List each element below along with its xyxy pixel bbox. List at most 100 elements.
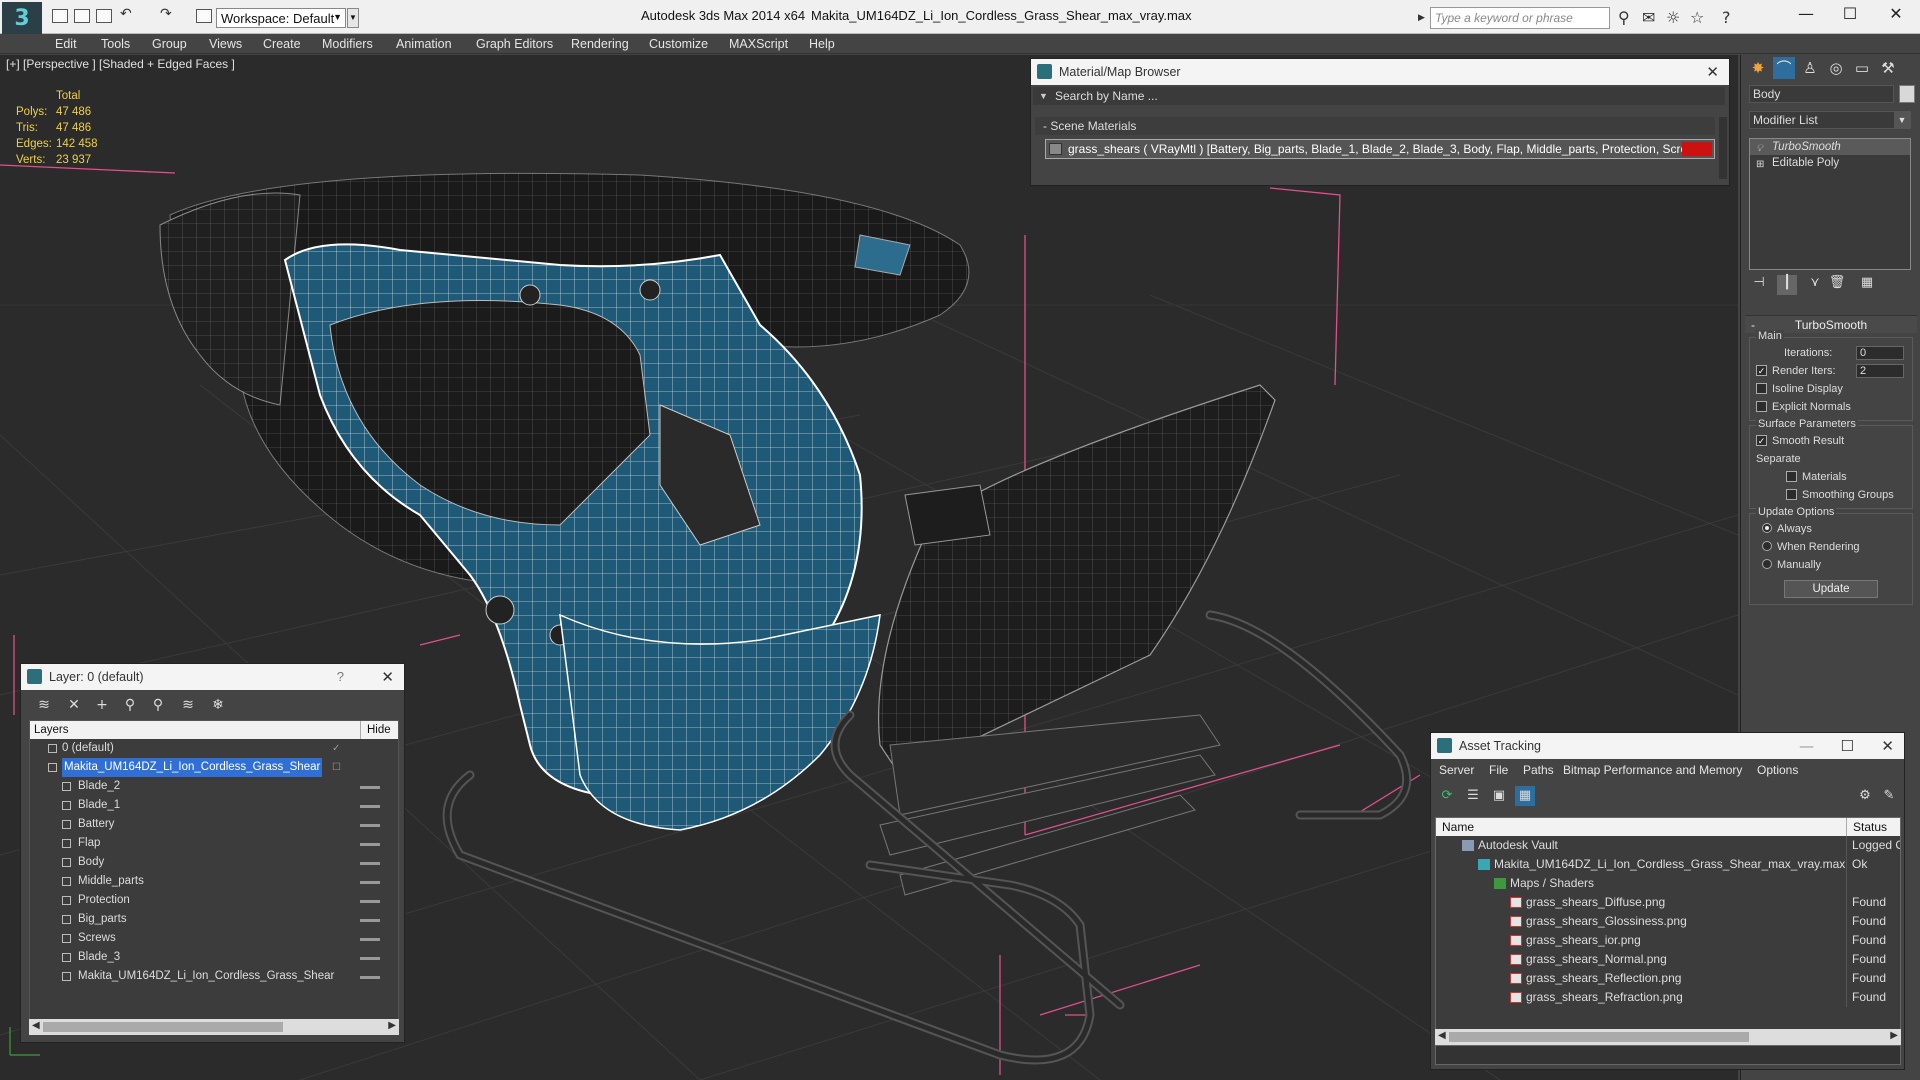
layer-manager-titlebar[interactable]: Layer: 0 (default) ? ✕	[21, 664, 404, 690]
layer-row[interactable]: Makita_UM164DZ_Li_Ion_Cordless_Grass_She…	[30, 967, 398, 986]
asset-row[interactable]: grass_shears_Normal.png Found	[1436, 950, 1900, 969]
layer-row[interactable]: Blade_3 ▬▬	[30, 948, 398, 967]
layer-row[interactable]: Blade_2 ▬▬	[30, 777, 398, 796]
viewport-label[interactable]: [+] [Perspective ] [Shaded + Edged Faces…	[6, 57, 235, 71]
hide-toggle[interactable]: ▬▬	[360, 777, 380, 796]
active-layer-box-icon[interactable]: ☐	[332, 758, 341, 777]
app-logo[interactable]: 3	[2, 2, 42, 34]
materials-checkbox[interactable]	[1786, 470, 1797, 482]
delete-layer-icon[interactable]: ✕	[63, 694, 85, 716]
search-expand-icon[interactable]: ▶	[1418, 12, 1425, 23]
hide-toggle[interactable]: ▬▬	[360, 815, 380, 834]
select-in-layer-icon[interactable]: ⚲	[119, 694, 141, 716]
layer-row[interactable]: Big_parts ▬▬	[30, 910, 398, 929]
save-file-icon[interactable]	[96, 9, 112, 23]
always-radio[interactable]	[1762, 523, 1772, 534]
help-icon[interactable]: ?	[1722, 8, 1731, 27]
highlight-layer-icon[interactable]: ⚲	[147, 694, 169, 716]
minimize-window-button[interactable]: —	[1786, 4, 1826, 26]
project-folder-icon[interactable]	[196, 9, 212, 23]
add-to-layer-icon[interactable]: +	[91, 694, 113, 716]
motion-tab-icon[interactable]: ◎	[1825, 57, 1847, 79]
list-view-icon[interactable]: ☰	[1463, 786, 1483, 806]
pin-stack-icon[interactable]: ⊣	[1749, 275, 1769, 295]
render-iters-checkbox[interactable]: ✓	[1756, 364, 1767, 376]
checkout-icon[interactable]: ✎	[1879, 786, 1899, 806]
when-rendering-radio[interactable]	[1762, 541, 1772, 552]
freeze-all-layers-icon[interactable]: ❄	[207, 694, 229, 716]
layer-row[interactable]: Body ▬▬	[30, 853, 398, 872]
create-tab-icon[interactable]: ✸	[1747, 57, 1769, 79]
show-end-result-icon[interactable]: ┃	[1777, 275, 1797, 295]
open-file-icon[interactable]	[74, 9, 90, 23]
hide-toggle[interactable]: ▬▬	[360, 967, 380, 986]
redo-icon[interactable]: ↷	[160, 6, 176, 22]
isoline-checkbox[interactable]	[1756, 382, 1767, 394]
asset-row[interactable]: Makita_UM164DZ_Li_Ion_Cordless_Grass_She…	[1436, 855, 1900, 874]
stack-item-turbosmooth[interactable]: 💡︎ TurboSmooth	[1750, 139, 1910, 155]
subscription-icon[interactable]: ☼	[1666, 8, 1680, 27]
display-tab-icon[interactable]: ▭	[1851, 57, 1873, 79]
workspace-menu-button[interactable]: ▼	[347, 8, 359, 28]
layer-row[interactable]: Makita_UM164DZ_Li_Ion_Cordless_Grass_She…	[30, 758, 398, 777]
object-color-swatch[interactable]	[1899, 85, 1915, 103]
material-search-input[interactable]: ▼ Search by Name ...	[1033, 87, 1725, 105]
scroll-right-icon[interactable]: ▶	[388, 1020, 396, 1031]
new-layer-icon[interactable]: ≋	[33, 694, 55, 716]
menu-views[interactable]: Views	[209, 34, 242, 54]
communication-center-icon[interactable]: ✉	[1642, 8, 1655, 27]
asset-row[interactable]: grass_shears_Diffuse.png Found	[1436, 893, 1900, 912]
asset-row[interactable]: grass_shears_ior.png Found	[1436, 931, 1900, 950]
undo-icon[interactable]: ↶	[120, 6, 136, 22]
layer-row[interactable]: Blade_1 ▬▬	[30, 796, 398, 815]
menu-help[interactable]: Help	[809, 34, 835, 54]
asset-tracking-titlebar[interactable]: Asset Tracking — ☐ ✕	[1431, 733, 1904, 759]
thumbnail-view-icon[interactable]: ▣	[1489, 786, 1509, 806]
menu-customize[interactable]: Customize	[649, 34, 708, 54]
layer-row[interactable]: Flap ▬▬	[30, 834, 398, 853]
close-icon[interactable]: ✕	[1706, 59, 1719, 85]
scroll-left-icon[interactable]: ◀	[1438, 1030, 1446, 1041]
scrollbar-thumb[interactable]	[43, 1022, 283, 1032]
remove-modifier-icon[interactable]: 🗑︎	[1827, 275, 1847, 295]
expand-plus-icon[interactable]: ⊞	[1756, 157, 1764, 173]
favorites-star-icon[interactable]: ☆	[1690, 8, 1704, 27]
layer-row[interactable]: Screws ▬▬	[30, 929, 398, 948]
layers-column-header[interactable]: Layers	[34, 724, 69, 736]
scene-materials-section[interactable]: - Scene Materials	[1035, 117, 1715, 135]
name-column-header[interactable]: Name	[1442, 818, 1474, 836]
layer-row[interactable]: 0 (default) ✓	[30, 739, 398, 758]
hide-toggle[interactable]: ▬▬	[360, 853, 380, 872]
hide-toggle[interactable]: ▬▬	[360, 834, 380, 853]
menu-rendering[interactable]: Rendering	[571, 34, 629, 54]
asset-menu-server[interactable]: Server	[1439, 763, 1474, 777]
material-list-item[interactable]: grass_shears ( VRayMtl ) [Battery, Big_p…	[1045, 139, 1715, 159]
material-scrollbar[interactable]	[1719, 117, 1727, 179]
material-browser-titlebar[interactable]: Material/Map Browser ✕	[1031, 59, 1729, 85]
table-view-icon[interactable]: ▦	[1515, 786, 1535, 806]
smoothing-groups-checkbox[interactable]	[1786, 488, 1797, 500]
close-window-button[interactable]: ✕	[1876, 4, 1916, 26]
menu-tools[interactable]: Tools	[101, 34, 130, 54]
search-options-icon[interactable]: ▼	[1039, 87, 1048, 105]
hide-toggle[interactable]: ▬▬	[360, 796, 380, 815]
binoculars-icon[interactable]: ⚲	[1618, 8, 1630, 27]
hide-column-header[interactable]: Hide	[360, 721, 391, 739]
hide-all-layers-icon[interactable]: ≋	[177, 694, 199, 716]
explicit-normals-checkbox[interactable]	[1756, 400, 1767, 412]
update-button[interactable]: Update	[1784, 580, 1878, 598]
asset-menu-options[interactable]: Options	[1757, 763, 1798, 777]
close-icon[interactable]: ✕	[1881, 733, 1894, 759]
manually-radio[interactable]	[1762, 559, 1772, 570]
asset-row[interactable]: Autodesk Vault Logged O	[1436, 836, 1900, 855]
render-iters-spinner[interactable]: 2	[1856, 364, 1904, 378]
layer-row[interactable]: Battery ▬▬	[30, 815, 398, 834]
scroll-right-icon[interactable]: ▶	[1890, 1030, 1898, 1041]
make-unique-icon[interactable]: ⋎	[1805, 275, 1825, 295]
scrollbar-thumb[interactable]	[1449, 1032, 1749, 1042]
hide-toggle[interactable]: ▬▬	[360, 929, 380, 948]
menu-edit[interactable]: Edit	[55, 34, 77, 54]
asset-row[interactable]: grass_shears_Refraction.png Found	[1436, 988, 1900, 1007]
configure-modifier-sets-icon[interactable]: ▦	[1857, 275, 1877, 295]
asset-menu-paths[interactable]: Paths	[1523, 763, 1554, 777]
